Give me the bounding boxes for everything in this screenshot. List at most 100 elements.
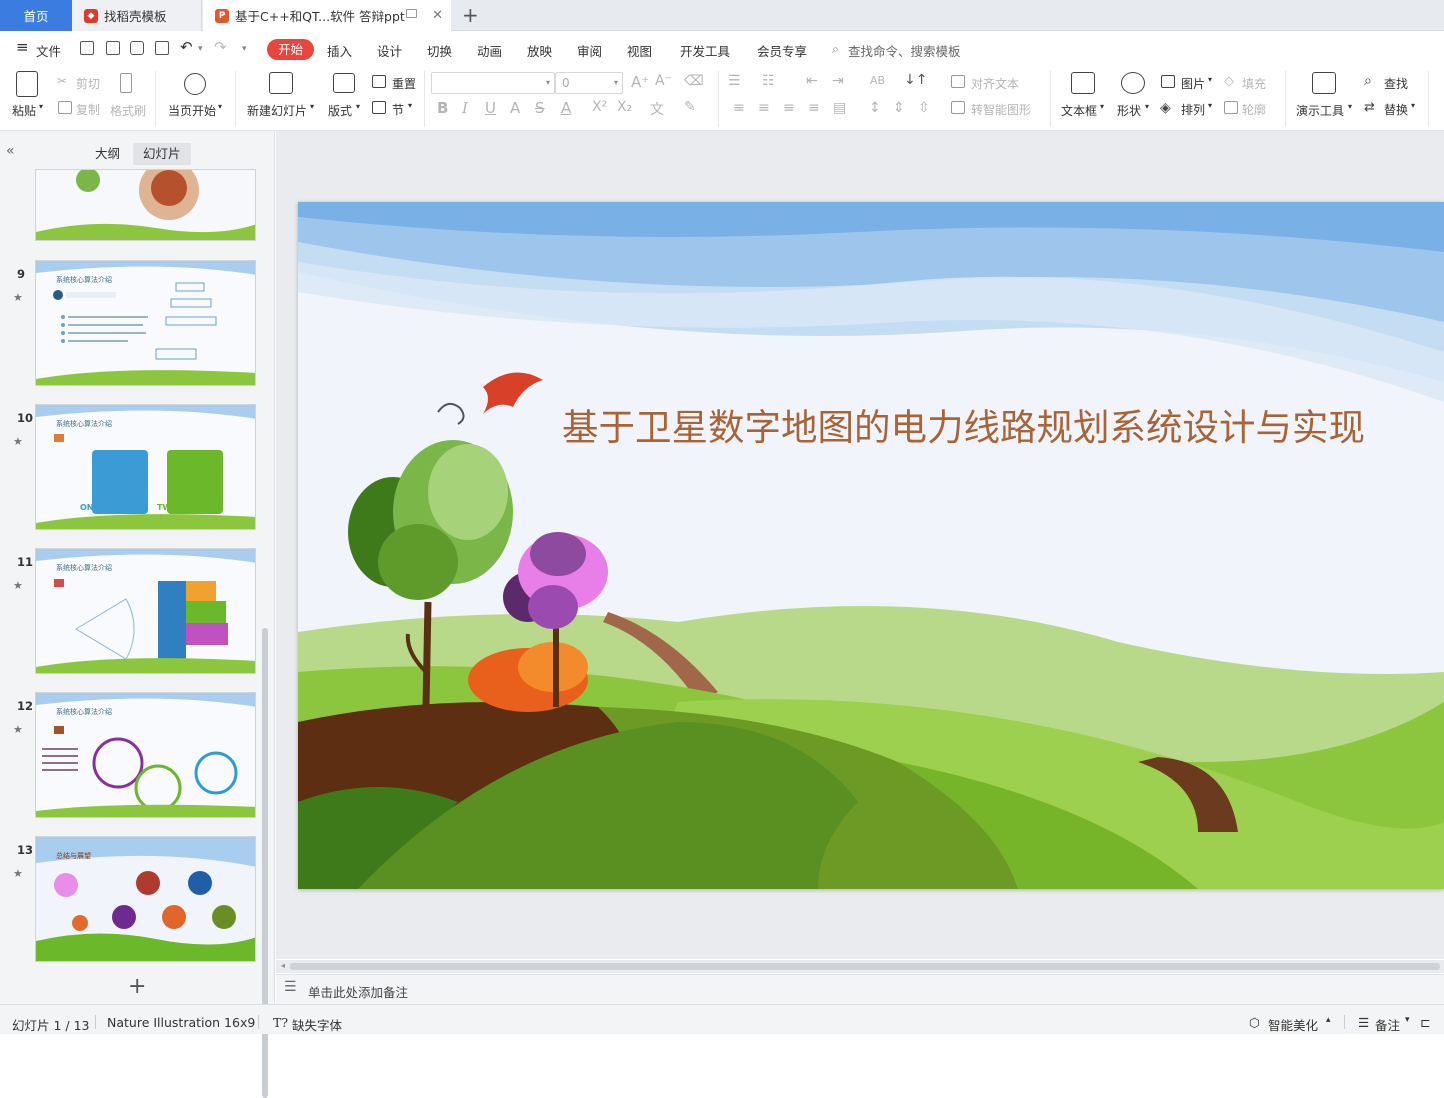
replace-button[interactable]: 替换 <box>1384 101 1408 118</box>
layout-dropdown-icon[interactable]: ▾ <box>356 102 360 111</box>
font-family-select[interactable]: ▾ <box>431 72 555 94</box>
text-direction-icon[interactable]: AB <box>870 74 885 87</box>
font-color-icon[interactable]: A <box>561 99 571 117</box>
horizontal-scroll-thumb[interactable] <box>290 963 1440 970</box>
add-slide-button[interactable]: + <box>128 974 146 999</box>
grow-font-icon[interactable]: A⁺ <box>631 73 649 91</box>
fill-button[interactable]: 填充 <box>1242 75 1266 92</box>
tab-outline[interactable]: 大纲 <box>85 143 130 165</box>
bold-icon[interactable]: B <box>437 99 448 117</box>
justify-icon[interactable]: ≡ <box>808 100 820 116</box>
copy-button[interactable]: 复制 <box>76 101 100 118</box>
monitor-icon[interactable] <box>406 9 417 18</box>
play-dropdown-icon[interactable]: ▾ <box>218 102 222 111</box>
convert-smartart-button[interactable]: 转智能图形 <box>971 101 1031 118</box>
menu-developer[interactable]: 开发工具 <box>680 41 730 60</box>
hamburger-icon[interactable]: ≡ <box>16 38 29 56</box>
slide-thumbnail-9[interactable]: 系统核心算法介绍 <box>35 260 256 386</box>
highlight-icon[interactable]: ✎ <box>684 99 696 115</box>
format-painter-button[interactable]: 格式刷 <box>110 102 146 119</box>
missing-font-button[interactable]: 缺失字体 <box>292 1015 342 1034</box>
menu-membership[interactable]: 会员专享 <box>757 41 807 60</box>
tab-slides[interactable]: 幻灯片 <box>133 143 191 165</box>
italic-icon[interactable]: I <box>462 99 468 117</box>
redo-icon[interactable]: ↷ <box>214 38 227 56</box>
paste-button[interactable]: 粘贴 <box>12 102 36 119</box>
superscript-icon[interactable]: X² <box>592 99 607 115</box>
smart-beautify-button[interactable]: 智能美化 <box>1268 1015 1318 1034</box>
slide-thumbnail-12[interactable]: 系统核心算法介绍 <box>35 692 256 818</box>
menu-transition[interactable]: 切换 <box>427 41 452 60</box>
textbox-button[interactable]: 文本框 <box>1061 102 1097 119</box>
new-slide-button[interactable]: 新建幻灯片 <box>247 102 307 119</box>
new-tab-button[interactable]: + <box>462 3 479 27</box>
textbox-dropdown-icon[interactable]: ▾ <box>1100 102 1104 111</box>
increase-indent-icon[interactable]: ⇥ <box>832 73 844 89</box>
notes-toggle-button[interactable]: 备注 <box>1375 1015 1400 1034</box>
decrease-indent-icon[interactable]: ⇤ <box>806 73 818 89</box>
font-size-select[interactable]: 0 ▾ <box>555 72 623 94</box>
phonetic-icon[interactable]: 文 <box>650 99 664 119</box>
align-text-button[interactable]: 对齐文本 <box>971 75 1019 92</box>
replace-dropdown-icon[interactable]: ▾ <box>1411 101 1415 110</box>
slide-thumbnail-11[interactable]: 系统核心算法介绍 <box>35 548 256 674</box>
line-spacing-icon[interactable]: ↕ <box>869 100 881 116</box>
reset-button[interactable]: 重置 <box>392 75 416 92</box>
paste-dropdown-icon[interactable]: ▾ <box>39 102 43 111</box>
notes-dropdown-icon[interactable]: ▾ <box>1405 1015 1410 1025</box>
shape-dropdown-icon[interactable]: ▾ <box>1145 102 1149 111</box>
picture-dropdown-icon[interactable]: ▾ <box>1208 75 1212 84</box>
cut-button[interactable]: 剪切 <box>76 75 100 92</box>
horizontal-scrollbar[interactable]: ◂ <box>276 960 1444 973</box>
menu-slideshow[interactable]: 放映 <box>527 41 552 60</box>
menu-view[interactable]: 视图 <box>627 41 652 60</box>
outline-button[interactable]: 轮廓 <box>1242 101 1266 118</box>
menu-design[interactable]: 设计 <box>377 41 402 60</box>
menu-file[interactable]: 文件 <box>36 41 61 60</box>
current-slide[interactable]: 基于卫星数字地图的电力线路规划系统设计与实现 <box>298 202 1444 889</box>
text-effect-icon[interactable]: A <box>510 99 520 117</box>
scroll-left-icon[interactable]: ◂ <box>281 961 285 970</box>
align-right-icon[interactable]: ≡ <box>783 100 795 116</box>
shrink-font-icon[interactable]: A⁻ <box>655 73 672 89</box>
layout-button[interactable]: 版式 <box>328 102 352 119</box>
sort-icon[interactable]: ↓↑ <box>904 72 927 88</box>
slide-thumbnail-10[interactable]: 系统核心算法介绍 ONE TWO <box>35 404 256 530</box>
presenter-tools-dropdown-icon[interactable]: ▾ <box>1348 102 1352 111</box>
tab-home[interactable]: 首页 <box>0 0 72 31</box>
numbered-list-icon[interactable]: ☷ <box>762 73 775 89</box>
customize-dropdown-icon[interactable]: ▾ <box>242 44 247 54</box>
undo-icon[interactable]: ↶ <box>180 38 193 56</box>
print-preview-icon[interactable] <box>155 41 169 55</box>
export-pdf-icon[interactable] <box>106 41 120 55</box>
beautify-dropdown-icon[interactable]: ▴ <box>1326 1015 1331 1025</box>
clear-format-icon[interactable]: ⌫ <box>684 73 704 89</box>
section-dropdown-icon[interactable]: ▾ <box>408 101 412 110</box>
collapse-panel-icon[interactable]: « <box>6 143 15 159</box>
notes-pane[interactable]: ☰ 单击此处添加备注 <box>276 974 1444 1004</box>
menu-start[interactable]: 开始 <box>267 39 315 60</box>
align-left-icon[interactable]: ≡ <box>733 100 745 116</box>
new-slide-dropdown-icon[interactable]: ▾ <box>310 102 314 111</box>
distribute-icon[interactable]: ▤ <box>833 100 846 116</box>
notes-placeholder[interactable]: 单击此处添加备注 <box>308 982 408 1001</box>
slide-thumbnail-8[interactable] <box>35 169 256 241</box>
menu-animation[interactable]: 动画 <box>477 41 502 60</box>
paragraph-spacing-icon[interactable]: ⇕ <box>893 100 905 116</box>
comment-icon[interactable]: ⊏ <box>1420 1015 1430 1030</box>
align-center-icon[interactable]: ≡ <box>758 100 770 116</box>
slide-title[interactable]: 基于卫星数字地图的电力线路规划系统设计与实现 <box>562 398 1365 451</box>
underline-icon[interactable]: U <box>485 99 496 117</box>
command-search[interactable]: 查找命令、搜索模板 <box>848 41 961 60</box>
undo-dropdown-icon[interactable]: ▾ <box>198 44 203 54</box>
menu-insert[interactable]: 插入 <box>327 41 352 60</box>
slide-thumbnail-13[interactable]: 总结与展望 <box>35 836 256 962</box>
close-tab-icon[interactable]: ✕ <box>432 8 443 23</box>
menu-review[interactable]: 审阅 <box>577 41 602 60</box>
presenter-tools-button[interactable]: 演示工具 <box>1296 102 1344 119</box>
theme-name[interactable]: Nature Illustration 16x9 <box>107 1015 255 1030</box>
section-button[interactable]: 节 <box>392 101 404 118</box>
column-icon[interactable]: ⇳ <box>918 100 930 116</box>
find-button[interactable]: 查找 <box>1384 75 1408 92</box>
tab-document[interactable]: P 基于C++和QT...软件 答辩ppt ✕ <box>203 0 451 31</box>
